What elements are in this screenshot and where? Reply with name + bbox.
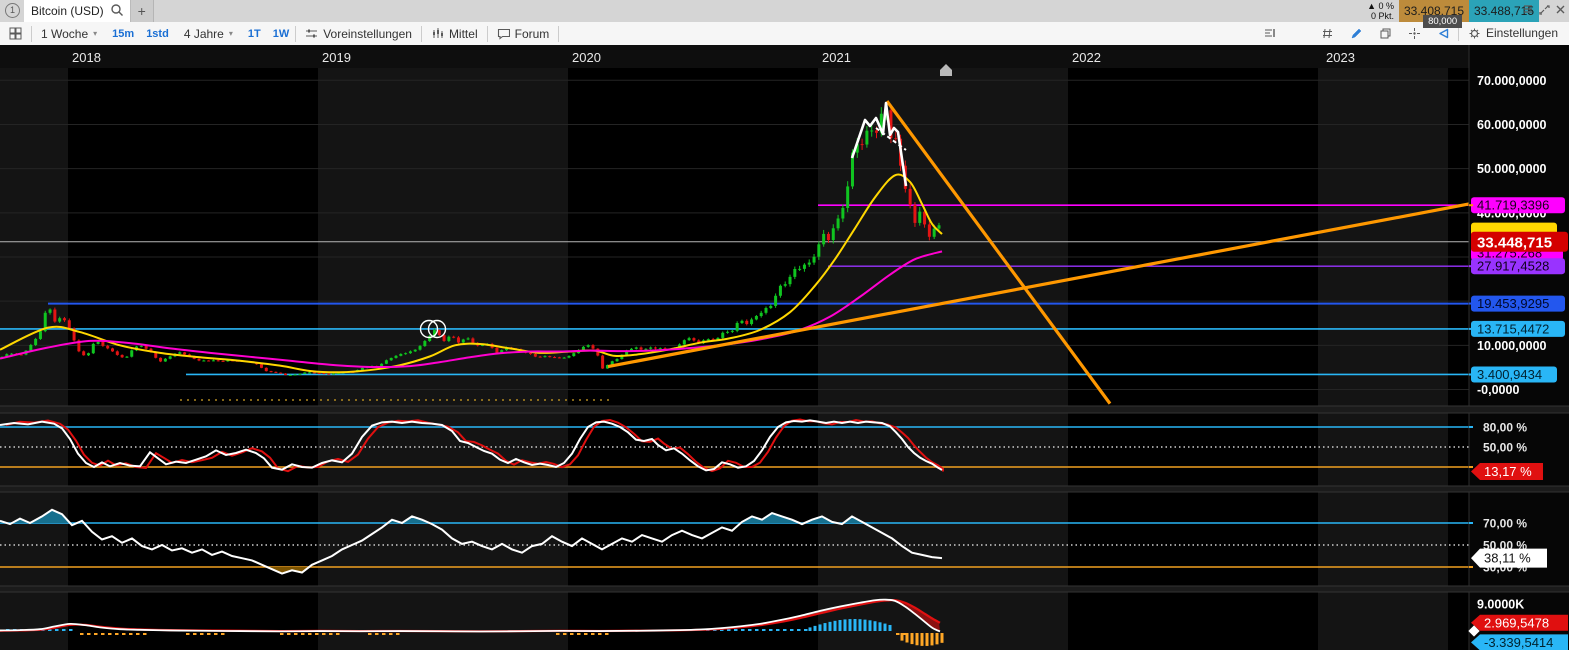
expand-window-icon[interactable] [1538,3,1551,19]
svg-text:13.715,4472: 13.715,4472 [1477,321,1549,336]
svg-text:41.719,3396: 41.719,3396 [1477,198,1549,213]
year-label: 2020 [572,50,601,65]
svg-text:3.400,9434: 3.400,9434 [1477,367,1542,382]
chart-area[interactable]: 70.000,000060.000,000050.000,000040.000,… [0,45,1569,650]
svg-text:-3.339,5414: -3.339,5414 [1484,635,1553,650]
axis-label: -0,0000 [1477,383,1519,397]
spread-tooltip: 80,000 [1423,15,1462,28]
layers-icon[interactable] [1371,22,1400,44]
chevron-down-icon: ▾ [93,29,97,38]
range-1t-link[interactable]: 1T [242,22,267,45]
year-label: 2021 [822,50,851,65]
tab-bar: 1 Bitcoin (USD) + ▲ 0 % 0 Pkt. 33.408,71… [0,0,1569,22]
svg-text:19.453,9295: 19.453,9295 [1477,296,1549,311]
timeframe-dropdown[interactable]: 1 Woche▾ [32,22,106,45]
layout-grid-button[interactable] [0,22,31,45]
instrument-tab-label: Bitcoin (USD) [31,4,104,18]
change-points: 0 Pkt. [1367,11,1394,21]
change-percent: ▲ 0 % [1367,1,1394,11]
svg-text:38,11 %: 38,11 % [1484,551,1531,566]
chevron-down-icon: ▾ [229,29,233,38]
price-badge: 13,17 % [1471,463,1543,480]
forum-button[interactable]: Forum [488,22,559,45]
axis-label: 70,00 % [1483,517,1527,531]
svg-text:13,17 %: 13,17 % [1484,464,1532,479]
timeframe-15m-link[interactable]: 15m [106,22,140,45]
timeframe-1std-link[interactable]: 1std [140,22,175,45]
svg-text:27.917,4528: 27.917,4528 [1477,259,1549,274]
price-badge: 38,11 % [1471,549,1547,568]
chart-toolbar: 1 Woche▾15m1std4 Jahre▾1T1WVoreinstellun… [0,22,1569,46]
range-1w-link[interactable]: 1W [267,22,296,45]
window-menu-icon[interactable] [1522,3,1535,19]
price-badge: 41.719,3396 [1471,197,1565,213]
price-badge: 2.969,5478 [1471,615,1568,631]
price-badge: -3.339,5414 [1471,634,1568,650]
axis-label: 50.000,0000 [1477,162,1547,176]
price-badge: 13.715,4472 [1471,321,1565,337]
axis-settings-icon[interactable] [1255,22,1284,44]
presets-button[interactable]: Voreinstellungen [296,22,421,45]
axis-label: 60.000,0000 [1477,118,1547,132]
price-badge: 19.453,9295 [1471,296,1565,312]
instrument-tab[interactable]: Bitcoin (USD) [24,0,131,22]
grid-toggle-icon[interactable] [1313,22,1342,44]
axis-label: 10.000,0000 [1477,339,1547,353]
new-tab-button[interactable]: + [131,0,154,22]
trading-chart-window: 1 Bitcoin (USD) + ▲ 0 % 0 Pkt. 33.408,71… [0,0,1569,650]
svg-text:33.448,715: 33.448,715 [1477,234,1552,251]
settings-button[interactable]: Einstellungen [1459,22,1567,44]
search-icon[interactable] [110,3,123,19]
indicators-button[interactable]: Mittel [422,22,487,45]
settings-label: Einstellungen [1486,26,1558,40]
chart-canvas[interactable]: 70.000,000060.000,000050.000,000040.000,… [0,45,1569,650]
price-badge: 27.917,4528 [1471,258,1565,274]
year-label: 2023 [1326,50,1355,65]
axis-label: 70.000,0000 [1477,74,1547,88]
price-badge: 33.448,715 [1471,232,1568,252]
axis-label: 80,00 % [1483,421,1527,435]
year-label: 2018 [72,50,101,65]
window-number-badge: 1 [5,3,20,18]
axis-label: 9.0000K [1477,598,1524,612]
draw-tool-icon[interactable] [1342,22,1371,44]
price-badge: 3.400,9434 [1471,366,1557,382]
text-size-icon[interactable] [1284,22,1313,44]
axis-label: 50,00 % [1483,441,1527,455]
year-label: 2022 [1072,50,1101,65]
range-dropdown[interactable]: 4 Jahre▾ [175,22,242,45]
close-window-icon[interactable] [1554,3,1567,19]
svg-text:2.969,5478: 2.969,5478 [1484,615,1549,630]
year-label: 2019 [322,50,351,65]
quote-panel: ▲ 0 % 0 Pkt. 33.408,715 33.488,715 80,00… [1367,0,1539,22]
change-indicator: ▲ 0 % 0 Pkt. [1367,0,1399,22]
